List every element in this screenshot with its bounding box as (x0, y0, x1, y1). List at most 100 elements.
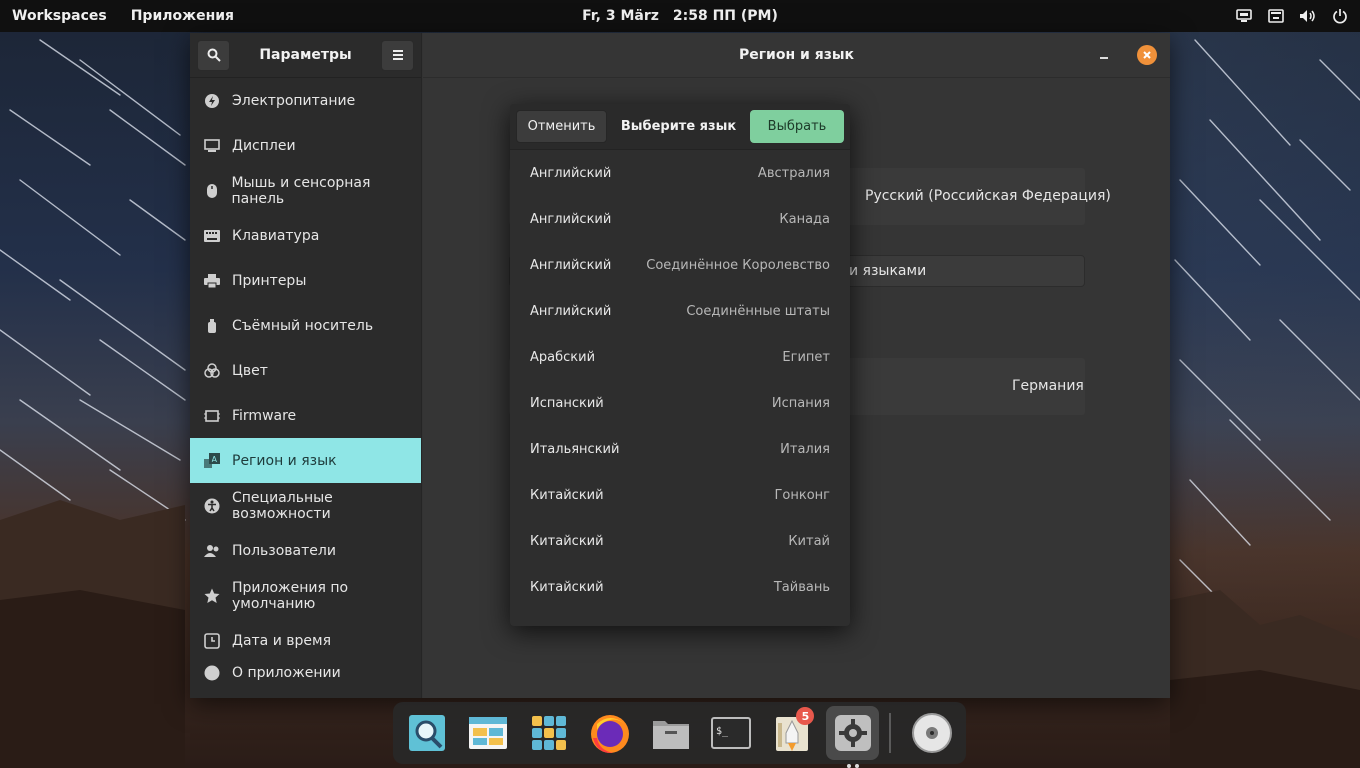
menu-button[interactable] (381, 39, 414, 71)
language-region: Италия (780, 441, 830, 457)
sidebar-item-color[interactable]: Цвет (190, 348, 421, 393)
sidebar-item-label: Пользователи (232, 542, 336, 559)
manage-languages-label: и языками (849, 263, 927, 279)
keyboard-icon[interactable] (1266, 6, 1286, 26)
list-item[interactable]: Китайский Тайвань (510, 564, 850, 610)
firefox-icon (590, 715, 629, 754)
language-name: Английский (530, 165, 612, 181)
sidebar-item-label: Дисплеи (232, 137, 296, 154)
dock-search-app[interactable] (401, 706, 454, 760)
dock-files[interactable] (462, 706, 515, 760)
list-item[interactable]: Английский Соединённое Королевство (510, 242, 850, 288)
dock-file-manager[interactable] (644, 706, 697, 760)
usb-drive-icon (204, 318, 220, 334)
disk-icon (911, 713, 952, 753)
cancel-button[interactable]: Отменить (516, 110, 607, 143)
list-item[interactable]: Китайский Китай (510, 518, 850, 564)
sidebar-item-accessibility[interactable]: Специальные возможности (190, 483, 421, 528)
sidebar-item-power[interactable]: Электропитание (190, 78, 421, 123)
list-item[interactable]: Китайский Гонконг (510, 472, 850, 518)
dock-disk[interactable] (905, 706, 958, 760)
volume-icon[interactable] (1298, 6, 1318, 26)
sidebar-item-keyboard[interactable]: Клавиатура (190, 213, 421, 258)
workspaces-button[interactable]: Workspaces (12, 8, 107, 24)
sidebar-item-default-apps[interactable]: Приложения по умолчанию (190, 573, 421, 618)
language-name: Китайский (530, 533, 604, 549)
language-region: Тайвань (773, 579, 830, 595)
sidebar-item-printers[interactable]: Принтеры (190, 258, 421, 303)
sidebar-item-date-time[interactable]: Дата и время (190, 618, 421, 663)
power-bolt-icon (204, 93, 220, 109)
language-region: Гонконг (774, 487, 830, 503)
chip-icon (204, 408, 220, 424)
dock-app-center[interactable] (523, 706, 576, 760)
power-icon[interactable] (1330, 6, 1350, 26)
sidebar-title: Параметры (259, 47, 352, 63)
language-region: Испания (771, 395, 830, 411)
sidebar-item-mouse[interactable]: Мышь и сенсорная панель (190, 168, 421, 213)
dock: $_ 5 (393, 702, 966, 768)
language-region: Соединённые штаты (686, 303, 830, 319)
dock-rocket-app[interactable]: 5 (766, 706, 819, 760)
applications-menu-button[interactable]: Приложения (131, 8, 234, 24)
sidebar-item-label: Специальные возможности (232, 489, 333, 522)
language-name: Итальянский (530, 441, 620, 457)
top-panel: Workspaces Приложения Fr, 3 März 2:58 ПП… (0, 0, 1360, 32)
language-name: Китайский (530, 579, 604, 595)
accessibility-icon (204, 498, 220, 514)
sidebar-item-label: Firmware (232, 407, 297, 424)
language-region: Китай (788, 533, 830, 549)
sidebar-item-firmware[interactable]: Firmware (190, 393, 421, 438)
info-icon (204, 665, 220, 681)
settings-icon (834, 715, 871, 751)
search-button[interactable] (197, 39, 230, 71)
sidebar-item-displays[interactable]: Дисплеи (190, 123, 421, 168)
sidebar: Параметры Электропитание Дисплеи Мышь и … (190, 33, 422, 698)
display-icon (204, 138, 220, 154)
sidebar-item-region-language[interactable]: A Регион и язык (190, 438, 421, 483)
list-item[interactable]: Арабский Египет (510, 334, 850, 380)
list-item[interactable]: Итальянский Италия (510, 426, 850, 472)
keyboard-icon (204, 228, 220, 244)
list-item[interactable]: Английский Соединённые штаты (510, 288, 850, 334)
sidebar-item-label: Принтеры (232, 272, 307, 289)
dialog-title: Выберите язык (620, 119, 737, 134)
sidebar-item-label: Клавиатура (232, 227, 320, 244)
sidebar-list: Электропитание Дисплеи Мышь и сенсорная … (190, 78, 421, 683)
dock-terminal[interactable]: $_ (705, 706, 758, 760)
sidebar-item-about[interactable]: О приложении (190, 663, 421, 683)
sidebar-item-label: Регион и язык (232, 452, 337, 469)
language-name: Испанский (530, 395, 604, 411)
page-title: Регион и язык (738, 47, 854, 63)
minimize-button[interactable] (1094, 43, 1114, 63)
app-center-icon (531, 716, 566, 750)
language-icon: A (204, 452, 220, 469)
screen-share-icon[interactable] (1234, 6, 1254, 26)
svg-text:$_: $_ (716, 726, 729, 737)
files-icon (469, 717, 508, 749)
sidebar-item-removable-media[interactable]: Съёмный носитель (190, 303, 421, 348)
users-icon (204, 543, 220, 559)
search-app-icon (409, 715, 446, 751)
language-region: Канада (779, 211, 830, 227)
list-item[interactable]: Английский Австралия (510, 150, 850, 196)
language-name: Английский (530, 211, 612, 227)
system-tray (1234, 0, 1350, 32)
sidebar-item-users[interactable]: Пользователи (190, 528, 421, 573)
list-item[interactable]: Испанский Испания (510, 380, 850, 426)
select-button[interactable]: Выбрать (750, 110, 844, 143)
dock-firefox[interactable] (583, 706, 636, 760)
printer-icon (204, 273, 220, 289)
terminal-icon: $_ (711, 717, 752, 749)
close-button[interactable] (1137, 45, 1157, 65)
list-item[interactable]: Английский Канада (510, 196, 850, 242)
language-region: Египет (782, 349, 830, 365)
clock[interactable]: Fr, 3 März 2:58 ПП (PM) (582, 8, 778, 24)
dock-settings[interactable] (826, 706, 880, 768)
clock-icon (204, 632, 220, 649)
mouse-icon (204, 183, 219, 199)
sidebar-item-label: Съёмный носитель (232, 317, 374, 334)
sidebar-item-label: Электропитание (232, 92, 356, 109)
sidebar-header: Параметры (190, 33, 421, 78)
hamburger-icon (392, 50, 403, 60)
